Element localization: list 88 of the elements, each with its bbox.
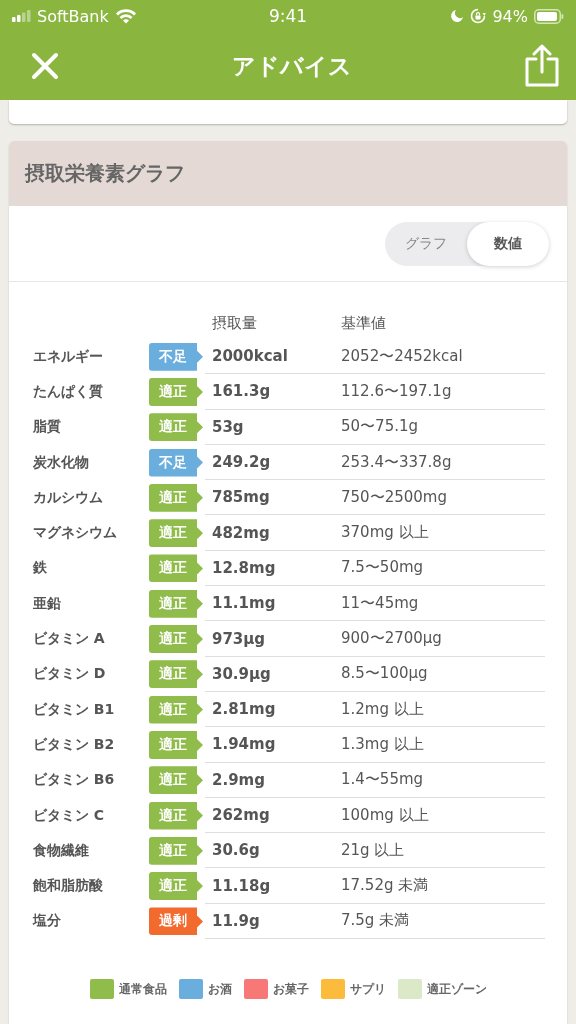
intake-value: 2000kcal [211, 347, 289, 366]
share-button[interactable] [524, 44, 560, 88]
intake-value: 30.6g [211, 841, 261, 860]
status-tag: 適正 [149, 801, 203, 830]
battery-icon [534, 8, 564, 24]
intake-value: 262mg [211, 806, 271, 824]
intake-value: 30.9μg [211, 664, 272, 683]
reference-value: 750〜2500mg [341, 487, 447, 507]
toggle-option[interactable]: 数値 [467, 221, 549, 266]
status-tag: 適正 [149, 836, 203, 865]
status-tag: 適正 [149, 589, 203, 618]
intake-value: 2.81mg [211, 700, 277, 719]
status-tag: 適正 [149, 730, 203, 759]
close-button[interactable] [30, 51, 60, 81]
reference-value: 1.2mg 以上 [341, 699, 424, 719]
nutrient-name: 脂質 [33, 417, 62, 437]
status-tag: 適正 [149, 413, 203, 442]
reference-value: 100mg 以上 [341, 805, 429, 825]
status-tag: 適正 [149, 660, 203, 689]
reference-value: 11〜45mg [341, 593, 419, 613]
intake-value: 11.1mg [211, 594, 277, 613]
status-tag: 不足 [149, 448, 203, 477]
nutrient-name: ビタミン C [33, 805, 106, 825]
intake-value: 12.8mg [211, 558, 277, 577]
nutrient-name: 飽和脂肪酸 [33, 876, 104, 896]
rotation-lock-icon [470, 8, 487, 24]
reference-value: 7.5g 未満 [341, 911, 410, 931]
nutrient-name: マグネシウム [33, 523, 118, 543]
reference-value: 900〜2700μg [341, 629, 442, 648]
status-tag: 適正 [149, 695, 203, 724]
intake-value: 973μg [211, 629, 267, 648]
status-tag: 適正 [149, 554, 203, 583]
nutrient-name: ビタミン B2 [33, 734, 116, 754]
column-header: 摂取量 [211, 313, 258, 333]
reference-value: 8.5〜100μg [341, 664, 428, 684]
nutrient-name: 塩分 [33, 911, 62, 931]
reference-value: 112.6〜197.1g [341, 381, 452, 401]
intake-value: 11.18g [211, 876, 272, 895]
legend-label: お酒 [207, 980, 232, 998]
reference-value: 50〜75.1g [341, 417, 418, 437]
nutrient-name: 炭水化物 [33, 452, 90, 472]
battery-percent: 94% [492, 6, 528, 26]
clock-time: 9:41 [268, 6, 308, 26]
nutrient-name: 亜鉛 [33, 593, 62, 613]
column-header: 基準値 [341, 313, 386, 333]
nutrient-name: エネルギー [33, 346, 104, 366]
reference-value: 7.5〜50mg [341, 558, 424, 578]
signal-icon [12, 10, 31, 22]
nutrient-name: ビタミン B1 [33, 699, 116, 719]
nutrient-name: 鉄 [33, 558, 48, 578]
status-tag: 適正 [149, 519, 203, 548]
status-tag: 適正 [149, 872, 203, 901]
legend-label: 適正ゾーン [426, 980, 487, 998]
reference-value: 17.52g 未満 [341, 876, 429, 896]
status-tag: 適正 [149, 483, 203, 512]
intake-value: 11.9g [211, 911, 261, 930]
status-tag: 過剰 [149, 907, 203, 936]
reference-value: 1.4〜55mg [341, 770, 424, 790]
nutrient-name: ビタミン A [33, 629, 106, 648]
moon-icon [450, 9, 465, 23]
status-tag: 適正 [149, 766, 203, 795]
status-tag: 適正 [149, 377, 203, 406]
reference-value: 253.4〜337.8g [341, 452, 452, 472]
intake-value: 1.94mg [211, 735, 277, 754]
section-title: 摂取栄養素グラフ [25, 160, 185, 187]
reference-value: 1.3mg 以上 [341, 734, 424, 754]
intake-value: 2.9mg [211, 770, 266, 789]
legend-label: サプリ [349, 980, 386, 998]
reference-value: 21g 以上 [341, 840, 405, 860]
intake-value: 482mg [211, 523, 271, 542]
status-tag: 不足 [149, 342, 203, 371]
status-tag: 適正 [149, 625, 203, 653]
nutrient-name: たんぱく質 [33, 381, 104, 401]
wifi-icon [114, 8, 137, 24]
screen-title: アドバイス [232, 51, 352, 81]
carrier-name: SoftBank [37, 6, 109, 26]
nutrient-name: ビタミン D [33, 664, 107, 684]
nutrient-name: 食物繊維 [33, 840, 90, 860]
intake-value: 53g [211, 417, 245, 436]
nutrient-name: カルシウム [33, 487, 104, 507]
reference-value: 370mg 以上 [341, 523, 429, 543]
intake-value: 249.2g [211, 453, 272, 472]
reference-value: 2052〜2452kcal [341, 346, 463, 366]
legend-label: お菓子 [272, 980, 309, 998]
nutrient-name: ビタミン B6 [33, 770, 116, 790]
intake-value: 785mg [211, 488, 271, 507]
intake-value: 161.3g [211, 382, 272, 401]
legend-label: 通常食品 [118, 980, 167, 998]
